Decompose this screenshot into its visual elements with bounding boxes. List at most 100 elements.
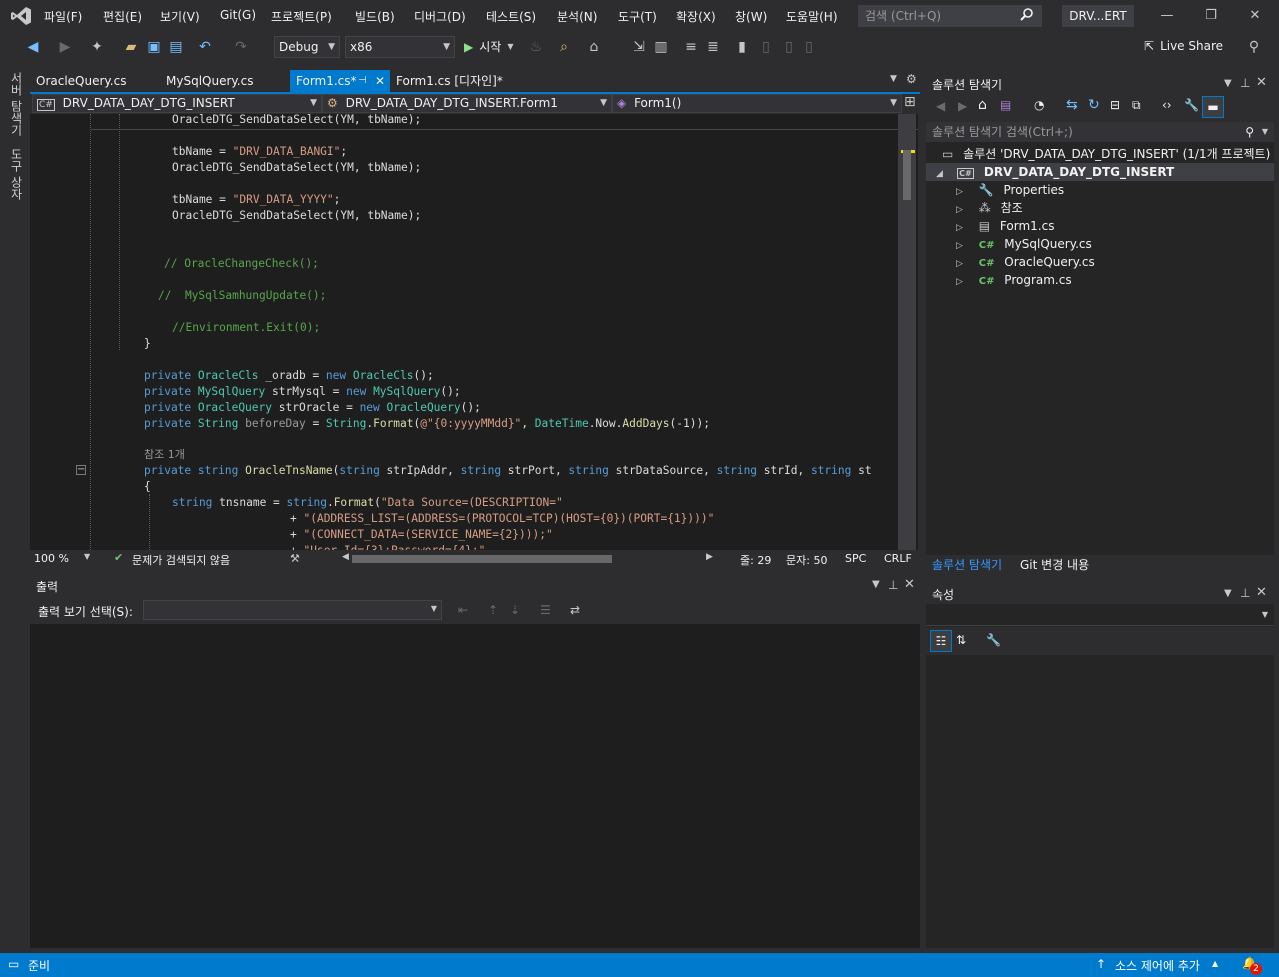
horizontal-scrollbar-thumb[interactable] [352, 555, 612, 563]
refresh-icon[interactable]: ↻ [1088, 97, 1100, 113]
menu-debug[interactable]: 디버그(D) [414, 8, 466, 25]
forward-icon[interactable]: ▶ [958, 99, 967, 113]
view-code-icon[interactable]: ‹› [1162, 98, 1172, 112]
close-icon[interactable]: ✕ [1256, 75, 1267, 90]
feedback-icon[interactable]: ⚲ [1245, 38, 1263, 56]
member-dropdown[interactable]: ◈ Form1() ▼ [612, 94, 902, 113]
menu-view[interactable]: 보기(V) [160, 8, 200, 25]
save-all-icon[interactable]: ▤ [167, 38, 185, 56]
step-icon[interactable]: ⇲ [630, 38, 648, 56]
pin-icon[interactable]: ⊥ [1240, 586, 1250, 600]
layout-icon[interactable]: ▥ [652, 38, 670, 56]
redo-icon[interactable]: ↷ [232, 38, 250, 56]
undo-icon[interactable]: ↶ [196, 38, 214, 56]
menu-extensions[interactable]: 확장(X) [676, 8, 716, 25]
tab-form1-designer[interactable]: Form1.cs [디자인]* [390, 70, 540, 93]
project-dropdown[interactable]: C# DRV_DATA_DAY_DTG_INSERT ▼ [32, 94, 322, 113]
home-icon[interactable]: ⌂ [585, 38, 603, 56]
gear-icon[interactable]: ⚙ [906, 72, 917, 86]
collapse-all-icon[interactable]: ⊟ [1110, 98, 1120, 112]
save-icon[interactable]: ▣ [145, 38, 163, 56]
minimize-button[interactable]: — [1152, 6, 1182, 26]
pin-icon[interactable]: ⊥ [888, 578, 898, 592]
menu-window[interactable]: 창(W) [735, 8, 767, 25]
home-icon[interactable]: ⌂ [978, 97, 987, 113]
switch-views-icon[interactable]: ▤ [1000, 98, 1011, 112]
clear-all-icon[interactable]: ☰ [540, 603, 551, 617]
line-number[interactable]: 줄: 29 [740, 552, 771, 568]
tree-item-program[interactable]: ▷ C# Program.cs [956, 271, 1072, 289]
tree-solution-node[interactable]: ▭ 솔루션 'DRV_DATA_DAY_DTG_INSERT' (1/1개 프로… [942, 145, 1270, 163]
next-message-icon[interactable]: ⇣ [510, 603, 520, 617]
prev-bookmark-icon[interactable]: ▯ [757, 38, 775, 56]
server-explorer-tab[interactable]: 서버 탐색기 [8, 72, 25, 136]
tab-form1-cs[interactable]: Form1.cs* ⊣ ✕ [290, 70, 390, 93]
bookmark-icon[interactable]: ▮ [733, 38, 751, 56]
back-icon[interactable]: ◀ [936, 99, 945, 113]
find-in-files-icon[interactable]: ⌕ [555, 38, 573, 56]
tab-overflow-icon[interactable]: ▼ [890, 74, 897, 84]
output-text-area[interactable] [30, 624, 920, 948]
add-to-source-control-button[interactable]: 소스 제어에 추가 [1115, 957, 1200, 974]
issues-status[interactable]: 문제가 검색되지 않음 [132, 552, 230, 568]
tree-project-node[interactable]: ◢ C# DRV_DATA_DAY_DTG_INSERT [926, 163, 1274, 181]
menu-build[interactable]: 빌드(B) [355, 8, 395, 25]
close-icon[interactable]: ✕ [1256, 585, 1267, 600]
uncomment-icon[interactable]: ≣ [704, 38, 722, 56]
next-bookmark-icon[interactable]: ▯ [780, 38, 798, 56]
live-share-button[interactable]: ⇱ Live Share [1144, 39, 1223, 53]
menu-project[interactable]: 프로젝트(P) [271, 8, 332, 25]
whitespace-mode[interactable]: SPC [845, 552, 866, 565]
clear-bookmark-icon[interactable]: ▯ [800, 38, 818, 56]
platform-dropdown[interactable]: x86 ▼ [345, 36, 455, 58]
prev-message-icon[interactable]: ⇡ [488, 603, 498, 617]
collapse-icon[interactable]: − [76, 465, 86, 475]
menu-analyze[interactable]: 분석(N) [557, 8, 597, 25]
show-all-files-icon[interactable]: ⧉ [1132, 98, 1141, 113]
tree-item-references[interactable]: ▷ ⁂ 참조 [956, 199, 1023, 217]
property-pages-icon[interactable]: 🔧 [986, 633, 1001, 647]
toolbox-tab[interactable]: 도구 상자 [8, 148, 25, 200]
word-wrap-icon[interactable]: ⇄ [570, 603, 580, 617]
scroll-left-icon[interactable]: ◀ [342, 552, 349, 562]
menu-file[interactable]: 파일(F) [44, 8, 82, 25]
tab-mysqlquery[interactable]: MySqlQuery.cs [160, 70, 288, 93]
goto-source-icon[interactable]: ⇤ [458, 603, 468, 617]
column-number[interactable]: 문자: 50 [786, 552, 827, 568]
close-button[interactable]: ✕ [1240, 6, 1270, 26]
configuration-dropdown[interactable]: Debug ▼ [274, 36, 340, 58]
open-file-icon[interactable]: ▰ [122, 38, 140, 56]
menu-test[interactable]: 테스트(S) [486, 8, 536, 25]
close-icon[interactable]: ✕ [904, 577, 915, 592]
chevron-down-icon[interactable]: ▼ [1224, 78, 1232, 89]
forward-icon[interactable]: ▶ [56, 38, 74, 56]
pin-icon[interactable]: ⊣ [358, 70, 367, 92]
menu-edit[interactable]: 편집(E) [103, 8, 142, 25]
sync-icon[interactable]: ⇆ [1066, 97, 1078, 113]
categorized-icon[interactable]: ☷ [930, 630, 952, 652]
line-ending[interactable]: CRLF [884, 552, 912, 565]
tree-item-oraclequery[interactable]: ▷ C# OracleQuery.cs [956, 253, 1095, 271]
zoom-level[interactable]: 100 % [34, 552, 69, 565]
code-editor[interactable]: − OracleDTG_SendDataSelect(YM, tbName); … [30, 114, 918, 550]
tab-oraclequery[interactable]: OracleQuery.cs [30, 70, 158, 93]
restore-button[interactable]: ❐ [1196, 6, 1226, 26]
class-dropdown[interactable]: ⚙ DRV_DATA_DAY_DTG_INSERT.Form1 ▼ [322, 94, 612, 113]
tree-item-mysqlquery[interactable]: ▷ C# MySqlQuery.cs [956, 235, 1092, 253]
pin-icon[interactable]: ⊥ [1240, 76, 1250, 90]
reference-count-lens[interactable]: 참조 1개 [144, 447, 185, 463]
tree-item-properties[interactable]: ▷ 🔧 Properties [956, 181, 1064, 199]
alphabetical-icon[interactable]: ⇅ [956, 633, 966, 647]
search-input[interactable]: 검색 (Ctrl+Q) [858, 5, 1042, 27]
menu-tools[interactable]: 도구(T) [618, 8, 657, 25]
hot-reload-icon[interactable]: ♨ [527, 38, 545, 56]
tab-solution-explorer[interactable]: 솔루션 탐색기 [932, 556, 1002, 573]
comment-icon[interactable]: ≡ [682, 38, 700, 56]
tab-git-changes[interactable]: Git 변경 내용 [1020, 556, 1089, 573]
properties-object-dropdown[interactable]: ▼ [926, 606, 1274, 626]
new-project-icon[interactable]: ✦ [88, 38, 106, 56]
chevron-down-icon[interactable]: ▼ [1224, 588, 1232, 599]
output-source-dropdown[interactable]: ▼ [143, 600, 442, 620]
chevron-down-icon[interactable]: ▼ [84, 552, 90, 561]
properties-wrench-icon[interactable]: 🔧 [1184, 98, 1199, 112]
